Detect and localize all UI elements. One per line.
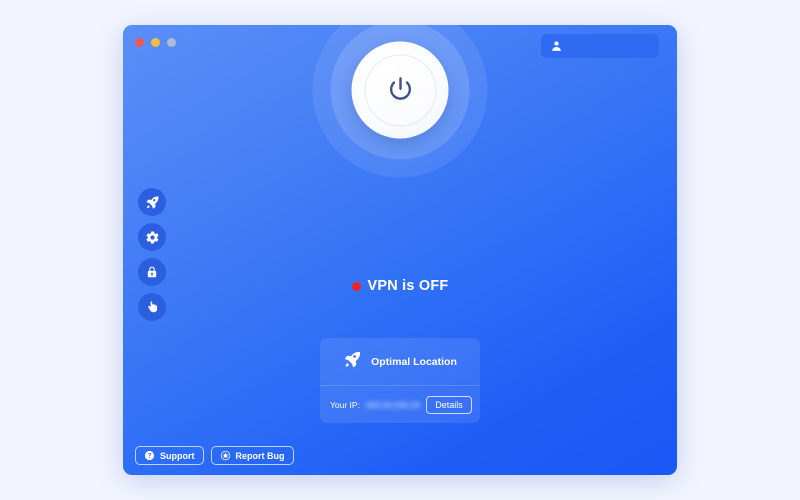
window-controls — [135, 38, 176, 47]
support-label: Support — [160, 450, 195, 461]
lock-icon — [145, 265, 159, 279]
location-card[interactable]: Optimal Location Your IP: 000.00.000.00 … — [320, 338, 480, 423]
sidebar — [138, 188, 170, 321]
person-icon — [551, 40, 562, 52]
sidebar-item-settings[interactable] — [138, 223, 166, 251]
ip-value: 000.00.000.00 — [365, 399, 421, 410]
location-label: Optimal Location — [371, 355, 457, 368]
rocket-icon — [343, 350, 362, 374]
minimize-button[interactable] — [151, 38, 160, 47]
report-bug-label: Report Bug — [235, 450, 285, 461]
support-button[interactable]: Support — [135, 446, 204, 465]
bug-circle-icon — [220, 450, 231, 461]
status-indicator-dot — [351, 281, 361, 291]
sidebar-item-quick-connect[interactable] — [138, 188, 166, 216]
rocket-icon — [145, 195, 160, 210]
report-bug-button[interactable]: Report Bug — [210, 446, 294, 465]
status-text: VPN is OFF — [367, 278, 449, 294]
vpn-status: VPN is OFF — [123, 278, 677, 294]
question-circle-icon — [144, 450, 155, 461]
maximize-button[interactable] — [167, 38, 176, 47]
account-badge[interactable] — [541, 34, 659, 58]
footer: Support Report Bug — [135, 446, 294, 465]
vpn-app-window: VPN is OFF Optimal Location Your IP: 000… — [123, 25, 677, 475]
hand-icon — [145, 300, 159, 314]
close-button[interactable] — [135, 38, 144, 47]
sidebar-item-block[interactable] — [138, 293, 166, 321]
location-header[interactable]: Optimal Location — [320, 338, 480, 386]
power-toggle-button[interactable] — [351, 41, 449, 139]
ip-row: Your IP: 000.00.000.00 Details — [320, 386, 480, 423]
gear-icon — [145, 230, 160, 245]
ip-label: Your IP: — [330, 399, 360, 410]
power-icon — [383, 73, 417, 107]
details-button[interactable]: Details — [426, 395, 472, 414]
power-inner-ring — [364, 54, 436, 126]
